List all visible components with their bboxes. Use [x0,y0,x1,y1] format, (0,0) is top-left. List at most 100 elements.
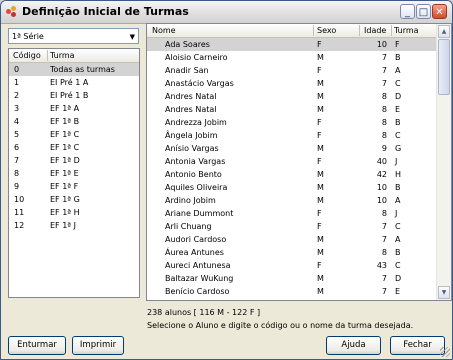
student-row[interactable]: Baltazar WuKung M 7 D [147,272,438,285]
ajuda-button[interactable]: Ajuda [326,336,381,355]
class-row[interactable]: 10 EF 1ª G [9,193,139,206]
student-age: 40 [376,157,387,166]
enturmar-button[interactable]: Enturmar [8,336,66,355]
header-codigo[interactable]: Código [13,51,41,60]
student-sex: M [317,105,324,114]
class-row[interactable]: 11 EF 1ª H [9,206,139,219]
student-row[interactable]: Ângela Jobim F 8 C [147,129,438,142]
class-row[interactable]: 4 EF 1ª B [9,115,139,128]
class-row[interactable]: 12 EF 1ª J [9,219,139,232]
class-grid[interactable]: Código Turma 0 Todas as turmas 1 EI Pré 1 A… [8,48,140,298]
class-name: EF 1ª F [50,182,79,191]
student-age: 8 [381,118,387,127]
minimize-button[interactable]: _ [400,4,415,19]
student-row[interactable]: Aquiles Oliveira M 10 B [147,181,438,194]
student-row[interactable]: Andrezza Jobim F 8 B [147,116,438,129]
class-code: 5 [14,130,20,139]
student-row[interactable]: Ada Soares F 10 F [147,38,438,51]
student-row[interactable]: Antonio Bento M 42 H [147,168,438,181]
class-row[interactable]: 6 EF 1ª C [9,141,139,154]
app-icon [6,6,18,18]
vertical-scrollbar[interactable]: ▲ ▼ [436,24,451,300]
student-name: Anísio Vargas [165,144,219,153]
close-button[interactable]: ✕ [432,4,447,19]
student-sex: F [317,261,322,270]
student-row[interactable]: Benício Cardoso M 7 E [147,285,438,298]
student-row[interactable]: Anadir San F 7 A [147,64,438,77]
student-class: B [395,183,401,192]
student-grid[interactable]: Nome Sexo Idade Turma Ada Soares F 10 F Aloi… [146,23,452,301]
resize-grip-icon[interactable] [440,347,450,357]
fechar-button[interactable]: Fechar [390,336,445,355]
student-row[interactable]: Andres Natal M 8 D [147,90,438,103]
student-sex: F [317,66,322,75]
student-name: Andres Natal [165,92,217,101]
scroll-thumb[interactable] [438,39,450,95]
window-title: Definição Inicial de Turmas [22,5,189,18]
student-class: F [395,40,400,49]
student-row[interactable]: Ariane Dummont F 8 J [147,207,438,220]
student-row[interactable]: Áurea Antunes M 8 B [147,246,438,259]
student-age: 43 [376,261,387,270]
student-class: G [395,144,402,153]
student-name: Antonio Bento [165,170,222,179]
header-sexo[interactable]: Sexo [317,26,336,35]
student-age: 10 [376,40,387,49]
student-row[interactable]: Andres Natal M 8 E [147,103,438,116]
imprimir-button[interactable]: Imprimir [72,336,124,355]
student-sex: F [317,40,322,49]
class-code: 8 [14,169,20,178]
class-row[interactable]: 9 EF 1ª F [9,180,139,193]
grade-select[interactable]: 1ª Série ▼ [8,28,139,44]
student-name: Aloisio Carneiro [165,53,228,62]
student-row[interactable]: Aloisio Carneiro M 7 B [147,51,438,64]
student-name: Andres Natal [165,105,217,114]
header-turma[interactable]: Turma [50,51,75,60]
class-row[interactable]: 5 EF 1ª C [9,128,139,141]
student-class: B [395,248,401,257]
student-sex: F [317,118,322,127]
student-age: 8 [381,209,387,218]
header-turma-aluno[interactable]: Turma [394,26,419,35]
student-age: 7 [381,222,387,231]
student-row[interactable]: Audori Cardoso M 7 A [147,233,438,246]
student-row[interactable]: Ardino Jobim M 10 A [147,194,438,207]
title-bar[interactable]: Definição Inicial de Turmas _ □ ✕ [1,1,452,24]
header-idade[interactable]: Idade [364,26,386,35]
student-age: 8 [381,92,387,101]
class-row[interactable]: 1 EI Pré 1 A [9,76,139,89]
student-sex: M [317,92,324,101]
student-sex: M [317,79,324,88]
student-name: Baltazar WuKung [165,274,234,283]
class-grid-header: Código Turma [9,49,139,63]
scroll-up-button[interactable]: ▲ [438,25,450,38]
scroll-down-button[interactable]: ▼ [438,286,450,299]
student-class: C [395,261,401,270]
main-window: Definição Inicial de Turmas _ □ ✕ 1ª Sér… [0,0,453,360]
student-row[interactable]: Anastácio Vargas M 7 C [147,77,438,90]
chevron-down-icon[interactable]: ▼ [130,33,135,41]
student-sex: F [317,222,322,231]
student-sex: M [317,248,324,257]
student-row[interactable]: Arli Chuang F 7 C [147,220,438,233]
class-row[interactable]: 3 EF 1ª A [9,102,139,115]
class-row[interactable]: 7 EF 1ª D [9,154,139,167]
student-sex: F [317,209,322,218]
student-name: Áurea Antunes [165,248,224,257]
header-nome[interactable]: Nome [152,26,176,35]
student-class: E [395,287,401,296]
class-row[interactable]: 0 Todas as turmas [9,63,139,76]
instruction-text: Selecione o Aluno e digite o código ou o… [147,321,414,330]
student-class: B [395,53,401,62]
student-row[interactable]: Aureci Antunesa F 43 C [147,259,438,272]
student-name: Audori Cardoso [165,235,227,244]
student-row[interactable]: Anísio Vargas M 9 G [147,142,438,155]
student-name: Anadir San [165,66,209,75]
class-row[interactable]: 8 EF 1ª E [9,167,139,180]
student-sex: M [317,144,324,153]
class-row[interactable]: 2 EI Pré 1 B [9,89,139,102]
student-sex: F [317,157,322,166]
student-row[interactable]: Antonia Vargas F 40 J [147,155,438,168]
class-code: 9 [14,182,20,191]
maximize-button[interactable]: □ [416,4,431,19]
